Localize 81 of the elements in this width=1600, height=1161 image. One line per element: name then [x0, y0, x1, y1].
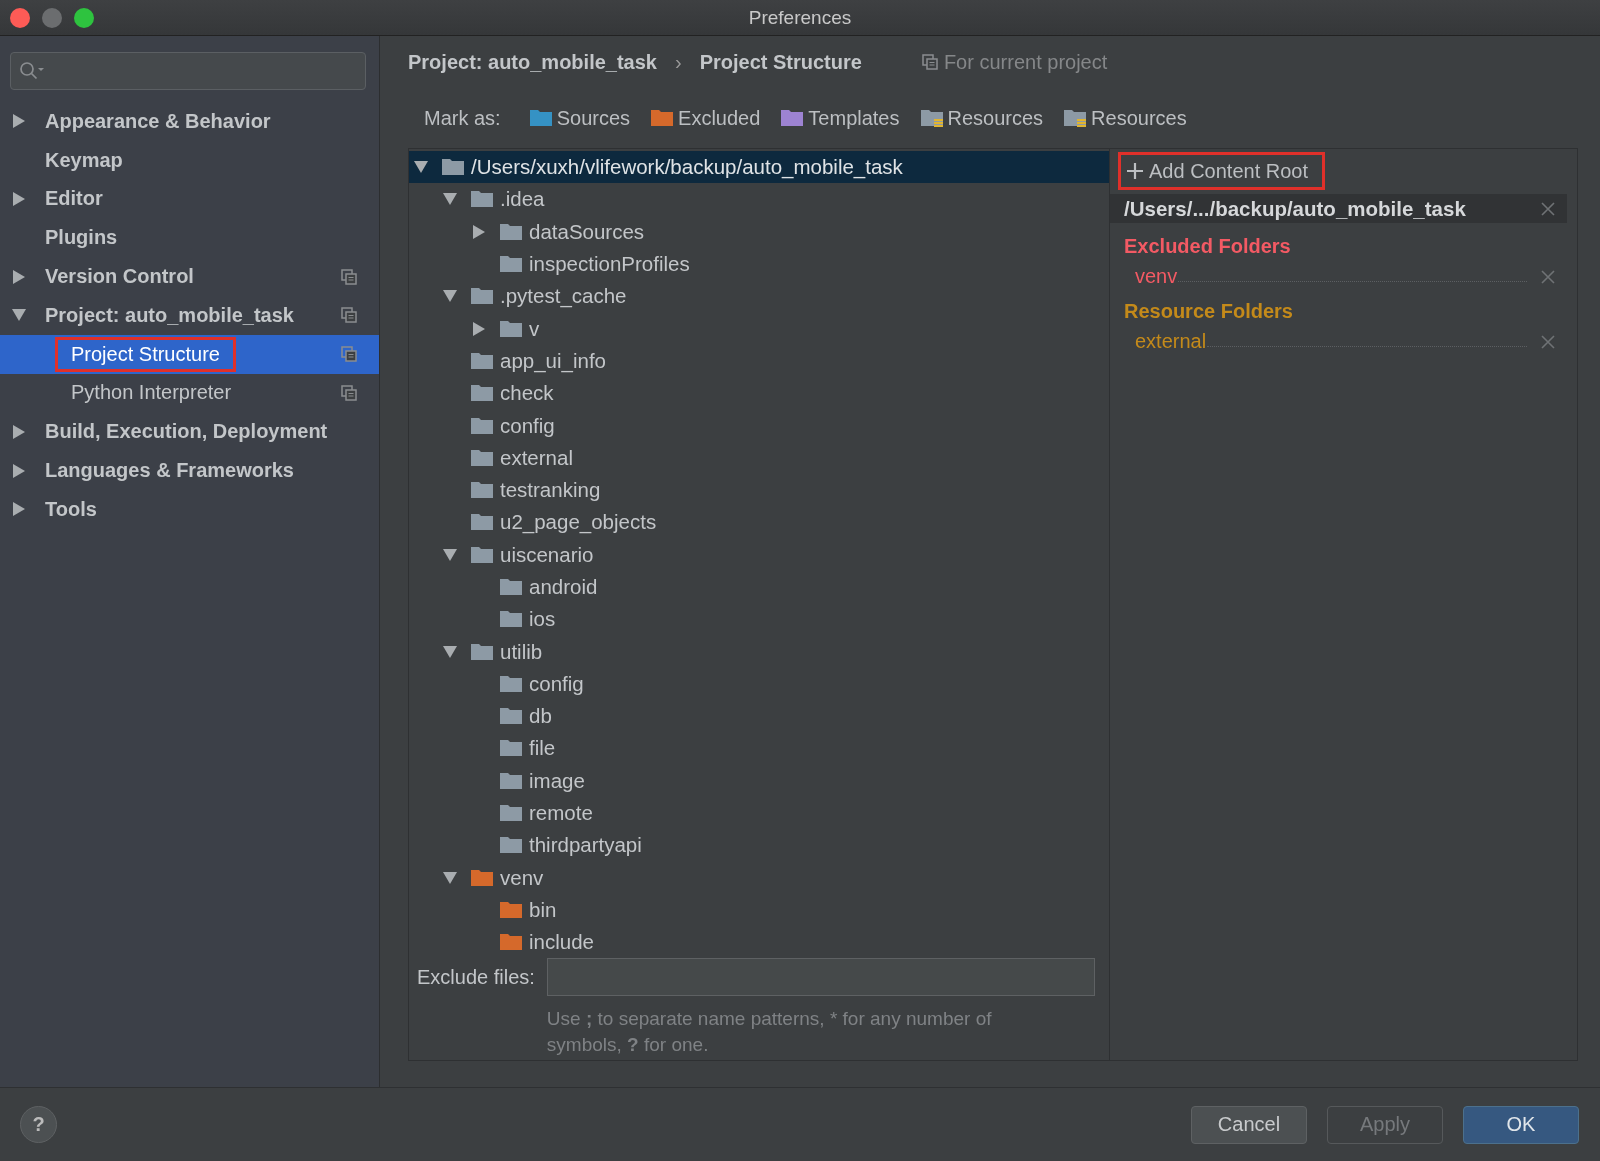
sidebar-item[interactable]: Project: auto_mobile_task — [0, 296, 379, 335]
sidebar-item[interactable]: Editor — [0, 179, 379, 219]
tree-row[interactable]: inspectionProfiles — [409, 247, 1109, 281]
sidebar-item[interactable]: Tools — [0, 489, 379, 529]
tree-row[interactable]: db — [409, 700, 1109, 733]
expand-arrow-icon[interactable] — [13, 269, 25, 284]
folder-path: venv — [1135, 265, 1178, 288]
tree-row[interactable]: external — [409, 441, 1109, 474]
expand-arrow-icon[interactable] — [473, 224, 485, 239]
collapse-arrow-icon[interactable] — [443, 645, 457, 658]
collapse-arrow-icon[interactable] — [443, 548, 457, 561]
tree-row[interactable]: ios — [409, 603, 1109, 636]
scope-note: For current project — [943, 50, 1108, 74]
mark-as-button[interactable]: Excluded — [650, 106, 761, 130]
tree-row[interactable]: uiscenario — [409, 538, 1109, 571]
folder-path: external — [1135, 330, 1207, 353]
breadcrumb-separator: › — [674, 50, 682, 74]
window-title: Preferences — [748, 6, 852, 29]
collapse-arrow-icon[interactable] — [443, 871, 457, 884]
sidebar-item[interactable]: Build, Execution, Deployment — [0, 412, 379, 452]
tree-row[interactable]: include — [409, 926, 1109, 959]
plus-icon — [1127, 163, 1143, 179]
tree-row[interactable]: thirdpartyapi — [409, 829, 1109, 862]
tree-row[interactable]: android — [409, 570, 1109, 604]
expand-arrow-icon[interactable] — [13, 463, 25, 478]
collapse-arrow-icon[interactable] — [443, 290, 457, 303]
sidebar-item[interactable]: Version Control — [0, 257, 379, 296]
search-icon — [19, 61, 45, 81]
tree-row[interactable]: testranking — [409, 473, 1109, 507]
tree-row[interactable]: .idea — [409, 183, 1109, 216]
tree-row[interactable]: u2_page_objects — [409, 506, 1109, 539]
search-field[interactable] — [10, 52, 366, 90]
sidebar-item[interactable]: Python Interpreter — [0, 373, 379, 413]
mark-as-button[interactable]: Resources — [1063, 106, 1187, 130]
collapse-arrow-icon[interactable] — [12, 309, 26, 322]
content-root-path: /Users/.../backup/auto_mobile_task — [1124, 196, 1467, 221]
tree-row[interactable]: bin — [409, 893, 1109, 927]
tree-row[interactable]: config — [409, 409, 1109, 442]
tree-row[interactable]: .pytest_cache — [409, 280, 1109, 313]
tree-row[interactable]: venv — [409, 861, 1109, 894]
input-field[interactable] — [546, 958, 1095, 997]
mark-as-button[interactable]: Templates — [780, 106, 900, 130]
tree-row[interactable]: config — [409, 667, 1109, 701]
collapse-arrow-icon[interactable] — [443, 193, 457, 206]
breadcrumb-item: Project Structure — [699, 50, 862, 74]
field-label: Exclude files: — [417, 965, 535, 989]
section-heading: Resource Folders — [1123, 299, 1294, 324]
tree-row[interactable]: v — [409, 312, 1109, 345]
expand-arrow-icon[interactable] — [13, 114, 25, 129]
sidebar-item[interactable]: Appearance & Behavior — [0, 102, 379, 141]
dialog-button[interactable]: Cancel — [1191, 1105, 1307, 1144]
sidebar-item[interactable]: Project Structure — [0, 334, 379, 374]
tree-row[interactable]: /Users/xuxh/vlifework/backup/auto_mobile_task — [409, 151, 1109, 184]
expand-arrow-icon[interactable] — [13, 502, 25, 517]
tree-row[interactable]: check — [409, 377, 1109, 410]
mark-as-label: Mark as: — [424, 106, 501, 130]
breadcrumb-item: Project: auto_mobile_task — [408, 50, 657, 74]
tree-row[interactable]: file — [409, 732, 1109, 765]
expand-arrow-icon[interactable] — [13, 192, 25, 206]
tree-row[interactable]: dataSources — [409, 215, 1109, 248]
section-heading: Excluded Folders — [1123, 234, 1292, 259]
tree-row[interactable]: remote — [409, 796, 1109, 830]
tree-row[interactable]: app_ui_info — [409, 344, 1109, 378]
sidebar-item[interactable]: Languages & Frameworks — [0, 451, 379, 490]
add-content-root-button[interactable]: Add Content Root — [1118, 152, 1325, 190]
help-button[interactable]: ? — [20, 1106, 57, 1143]
hint-text: Use ; to separate name patterns, * for any number of symbols, ? for one. — [546, 1007, 993, 1058]
collapse-arrow-icon[interactable] — [414, 161, 428, 174]
sidebar-item[interactable]: Keymap — [0, 140, 379, 180]
tree-row[interactable]: utilib — [409, 635, 1109, 668]
expand-arrow-icon[interactable] — [473, 321, 485, 336]
mark-as-button[interactable]: Sources — [528, 106, 631, 130]
sidebar-item[interactable]: Plugins — [0, 218, 379, 258]
tree-row[interactable]: image — [409, 764, 1109, 797]
zoom-button[interactable] — [74, 7, 94, 28]
close-icon[interactable] — [1541, 201, 1555, 216]
ok-button[interactable]: OK — [1463, 1105, 1579, 1144]
close-button[interactable] — [10, 7, 30, 28]
expand-arrow-icon[interactable] — [13, 424, 25, 439]
mark-as-button[interactable]: Resources — [919, 106, 1044, 130]
copy-icon — [921, 54, 938, 70]
